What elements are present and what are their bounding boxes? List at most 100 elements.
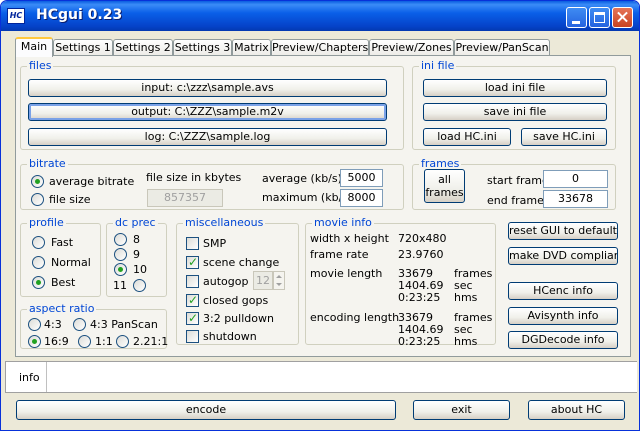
average-kbs-label: average (kb/s) [262,172,342,185]
maximum-kbs-label: maximum (kb/s) [262,191,353,204]
file-size-radio[interactable] [31,193,44,206]
tab-preview-panscan[interactable]: Preview/PanScan [454,39,550,56]
dc-prec-8-label: 8 [133,233,140,246]
pulldown-label: 3:2 pulldown [203,312,274,325]
ini-file-group: ini file load ini file save ini file loa… [412,59,616,150]
aspect-4-3-radio[interactable] [28,318,41,331]
frame-rate-value: 23.9760 [398,248,444,261]
spin-down-icon [276,283,282,286]
autogop-label: autogop [203,275,249,288]
all-frames-line2: frames [425,186,464,199]
dc-prec-group-title: dc prec [113,216,158,229]
scene-change-label: scene change [203,256,280,269]
info-area: info [5,361,637,393]
input-file-button[interactable]: input: c:\zzz\sample.avs [28,79,387,97]
profile-normal-radio[interactable] [32,256,45,269]
hcenc-info-button[interactable]: HCenc info [508,282,618,300]
exit-button[interactable]: exit [413,400,510,420]
scene-change-checkbox[interactable] [186,255,199,270]
shutdown-label: shutdown [203,330,257,343]
aspect-2-21-1-radio[interactable] [116,335,129,348]
aspect-16-9-radio[interactable] [28,335,41,348]
maximize-button[interactable] [589,7,610,28]
output-file-button[interactable]: output: C:\ZZZ\sample.m2v [28,103,387,121]
file-size-label: file size [49,193,91,206]
width-height-label: width x height [310,232,389,245]
profile-normal-label: Normal [51,256,91,269]
save-hc-ini-button[interactable]: save HC.ini [521,128,607,146]
load-ini-button[interactable]: load ini file [423,79,607,97]
bitrate-group: bitrate average bitrate file size file s… [20,157,404,210]
closed-gops-label: closed gops [203,294,269,307]
reset-gui-button[interactable]: reset GUI to default [508,222,618,240]
make-dvd-compliant-button[interactable]: make DVD compliant [508,247,618,265]
log-file-button[interactable]: log: C:\ZZZ\sample.log [28,128,387,146]
close-button[interactable] [612,7,633,28]
bitrate-group-title: bitrate [27,157,68,170]
dc-prec-10-radio[interactable] [114,263,127,276]
file-size-input[interactable]: 857357 [147,189,223,207]
tab-settings-1[interactable]: Settings 1 [53,39,113,56]
profile-fast-radio[interactable] [32,236,45,249]
start-frame-input[interactable]: 0 [543,170,608,188]
autogop-checkbox[interactable] [186,275,199,288]
tab-settings-2[interactable]: Settings 2 [113,39,173,56]
profile-group-title: profile [27,216,66,229]
encode-button[interactable]: encode [16,400,396,420]
maximum-kbs-input[interactable]: 8000 [340,189,383,207]
info-text-box [46,362,637,392]
maximize-icon [594,12,605,23]
misc-group: miscellaneous SMP scene change autogop 1… [176,216,299,345]
smp-label: SMP [203,237,227,250]
files-group-title: files [27,59,54,72]
tab-preview-zones[interactable]: Preview/Zones [369,39,454,56]
movie-length-hms: 0:23:25 [398,291,441,304]
file-size-caption: file size in kbytes [146,171,242,184]
minimize-icon [572,21,580,24]
dc-prec-11-radio[interactable] [133,279,146,292]
tab-preview-chapters[interactable]: Preview/Chapters [271,39,369,56]
main-panel: files input: c:\zzz\sample.avs output: C… [15,55,631,357]
aspect-4-3-panscan-radio[interactable] [73,318,86,331]
shutdown-checkbox[interactable] [186,330,199,343]
movie-length-label: movie length [310,267,383,280]
dgdecode-info-button[interactable]: DGDecode info [508,331,618,349]
tab-main[interactable]: Main [15,37,53,57]
save-ini-button[interactable]: save ini file [423,103,607,121]
misc-group-title: miscellaneous [183,216,266,229]
all-frames-button[interactable]: all frames [424,169,465,203]
dc-prec-8-radio[interactable] [114,233,127,246]
tab-matrix[interactable]: Matrix [232,39,271,56]
profile-fast-label: Fast [51,236,74,249]
average-bitrate-radio[interactable] [31,175,44,188]
encoding-length-hms-unit: hms [454,335,478,348]
average-kbs-input[interactable]: 5000 [340,169,383,187]
autogop-input[interactable]: 12 [253,271,273,290]
smp-checkbox[interactable] [186,237,199,250]
dc-prec-9-radio[interactable] [114,248,127,261]
aspect-16-9-label: 16:9 [44,335,69,348]
tab-settings-3[interactable]: Settings 3 [173,39,232,56]
dc-prec-11-label: 11 [113,279,127,292]
movie-info-group: movie info width x height 720x480 frame … [305,216,496,348]
app-window: HC HCgui 0.23 Main Settings 1 Settings 2… [0,0,640,431]
profile-best-radio[interactable] [32,276,45,289]
width-height-value: 720x480 [398,232,447,245]
pulldown-checkbox[interactable] [186,311,199,326]
minimize-button[interactable] [566,7,587,28]
avisynth-info-button[interactable]: Avisynth info [508,307,618,325]
end-frame-input[interactable]: 33678 [543,190,608,208]
aspect-1-1-radio[interactable] [78,335,91,348]
aspect-ratio-group: aspect ratio 4:3 4:3 PanScan 16:9 1:1 2.… [20,302,168,349]
dc-prec-group: dc prec 8 9 10 11 [106,216,167,297]
aspect-1-1-label: 1:1 [95,335,113,348]
closed-gops-checkbox[interactable] [186,293,199,308]
frame-rate-label: frame rate [310,248,369,261]
aspect-ratio-group-title: aspect ratio [27,302,97,315]
frames-group: frames all frames start frame 0 end fram… [412,157,616,210]
autogop-spinner[interactable] [273,271,285,290]
load-hc-ini-button[interactable]: load HC.ini [423,128,511,146]
all-frames-line1: all [438,173,451,186]
title-bar[interactable]: HC HCgui 0.23 [1,1,639,31]
about-hc-button[interactable]: about HC [528,400,625,420]
